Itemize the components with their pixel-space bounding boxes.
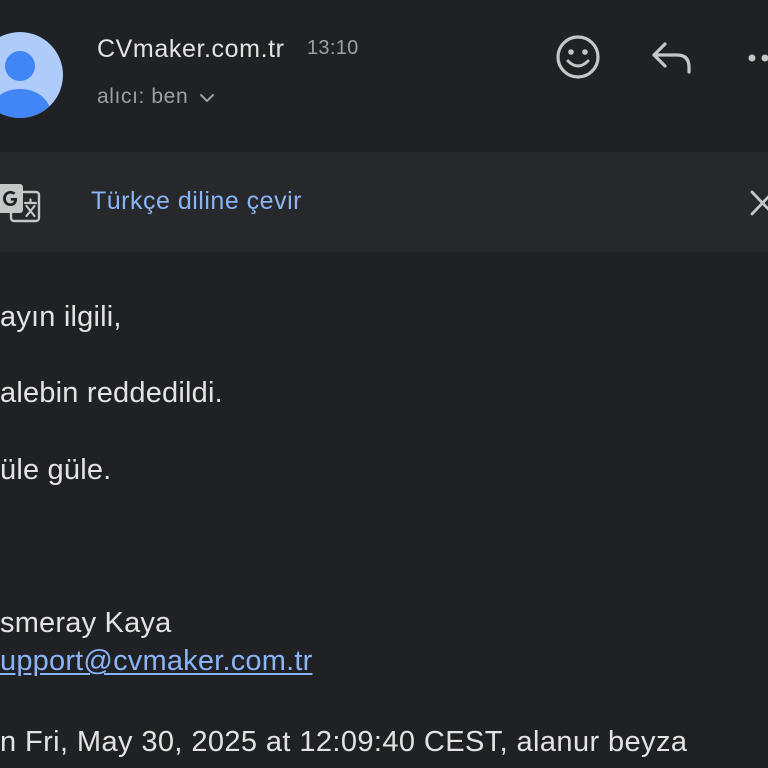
body-line-closing: üle güle. (0, 454, 112, 486)
signature-email-link[interactable]: upport@cvmaker.com.tr (0, 644, 312, 678)
close-icon[interactable] (748, 188, 768, 218)
translate-icon (0, 184, 41, 223)
sender-name[interactable]: CVmaker.com.tr (97, 34, 285, 64)
add-emoji-icon[interactable] (554, 33, 602, 81)
reply-icon[interactable] (650, 40, 694, 76)
recipient-details-toggle[interactable]: alıcı: ben (97, 85, 188, 109)
more-options-icon[interactable] (744, 48, 768, 68)
email-message-view: CVmaker.com.tr 13:10 alıcı: ben Türkçe d… (0, 0, 768, 768)
signature-name: smeray Kaya (0, 607, 172, 639)
message-time: 13:10 (307, 37, 359, 59)
body-line-message: alebin reddedildi. (0, 377, 223, 409)
translate-button[interactable]: Türkçe diline çevir (91, 186, 302, 216)
chevron-down-icon[interactable] (199, 92, 215, 104)
quoted-message-header: n Fri, May 30, 2025 at 12:09:40 CEST, al… (0, 726, 688, 758)
body-line-greeting: ayın ilgili, (0, 301, 122, 333)
sender-avatar-icon[interactable] (0, 32, 63, 118)
